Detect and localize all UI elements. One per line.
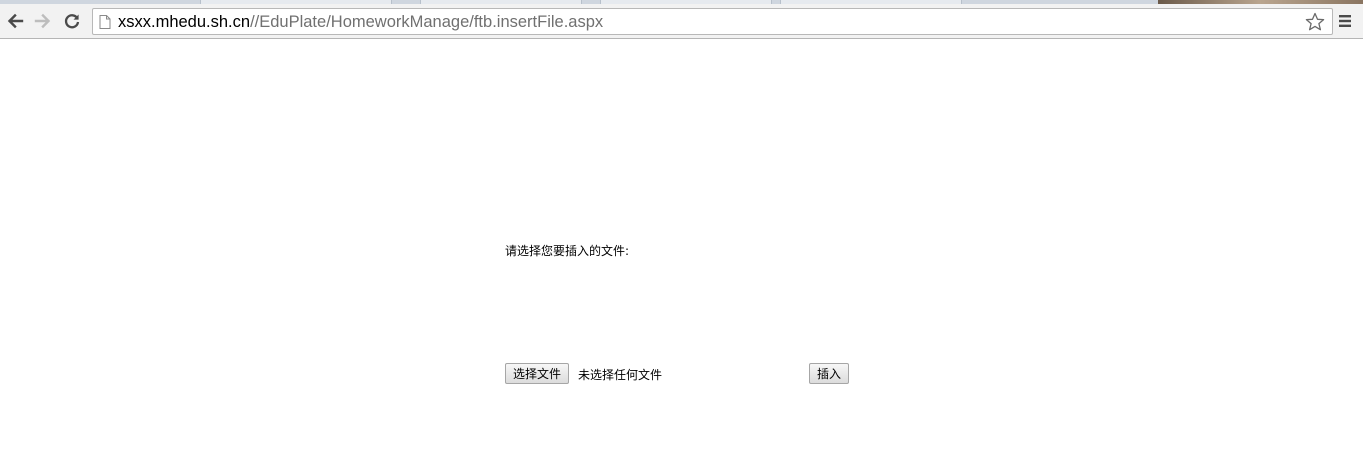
address-bar[interactable]: xsxx.mhedu.sh.cn//EduPlate/HomeworkManag…: [92, 8, 1333, 35]
file-prompt-label: 请选择您要插入的文件:: [505, 244, 630, 258]
reload-button[interactable]: [60, 9, 84, 33]
forward-arrow-icon: [34, 13, 51, 29]
back-button[interactable]: [3, 9, 27, 33]
address-url[interactable]: xsxx.mhedu.sh.cn//EduPlate/HomeworkManag…: [118, 12, 603, 32]
insert-button[interactable]: 插入: [809, 363, 850, 384]
url-host: xsxx.mhedu.sh.cn: [118, 13, 251, 31]
reload-icon: [64, 14, 80, 29]
url-path: //EduPlate/HomeworkManage/ftb.insertFile…: [250, 13, 604, 31]
hamburger-menu-icon[interactable]: [1337, 13, 1353, 29]
no-file-selected-text: 未选择任何文件: [578, 368, 663, 382]
browser-toolbar: xsxx.mhedu.sh.cn//EduPlate/HomeworkManag…: [0, 4, 1363, 39]
forward-button[interactable]: [31, 9, 55, 33]
page-icon: [99, 15, 111, 29]
star-icon[interactable]: [1305, 12, 1325, 32]
back-arrow-icon: [7, 13, 24, 29]
choose-file-button[interactable]: 选择文件: [505, 363, 570, 384]
